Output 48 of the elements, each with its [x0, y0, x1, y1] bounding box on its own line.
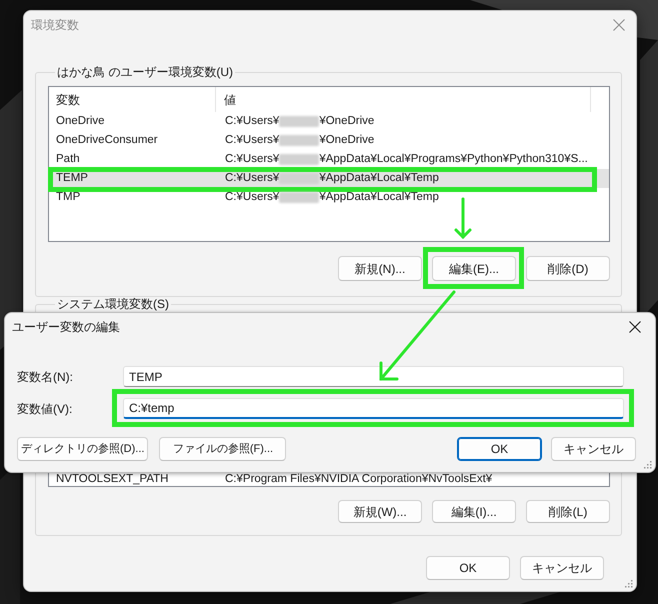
variable-value: C:¥Users¥ [225, 170, 280, 186]
variable-name: TEMP [55, 170, 89, 186]
list-row[interactable]: Path C:¥Users¥ ¥AppData¥Local¥Programs¥Python¥Python310¥S... [49, 150, 609, 169]
variable-value: C:¥Users¥ [225, 190, 280, 205]
dialog-button[interactable]: 編集(I)... [432, 500, 516, 523]
variable-value: ¥AppData¥Local¥Programs¥Python¥Python310¥S... [319, 152, 588, 167]
dialog-title: ユーザー変数の編集 [12, 318, 120, 336]
resize-grip-icon[interactable] [623, 578, 633, 588]
group-label: システム環境変数(S) [57, 298, 169, 311]
annotation-arrow [454, 198, 472, 240]
resize-grip-icon[interactable] [642, 459, 652, 469]
column-header[interactable]: 値 [216, 87, 591, 112]
dialog-button[interactable]: OK [426, 556, 510, 580]
variable-value: ¥OneDrive [319, 132, 374, 148]
dialog-button[interactable]: キャンセル [551, 437, 636, 461]
dialog-button[interactable]: キャンセル [520, 556, 604, 580]
field-label: 変数値(V): [16, 400, 74, 418]
variable-name: TMP [55, 190, 82, 205]
variable-value: ¥AppData¥Local¥Temp [319, 190, 439, 205]
dialog-button[interactable]: 編集(E)... [432, 256, 516, 281]
variable-list[interactable]: 変数 値 OneDrive C:¥Users¥ ¥OneDrive OneDriveConsumer C:¥Users¥ ¥OneDrive Path C:¥Users¥ ¥AppData¥Local¥Programs¥Python¥Python310¥S... TEMP C:¥Users¥ ¥AppData¥Local¥Temp TMP C:¥Users¥ ¥AppData¥Local¥Temp [48, 86, 610, 242]
variable-name: Path [55, 152, 81, 167]
dialog-button[interactable]: 削除(L) [526, 500, 610, 523]
list-row[interactable]: OneDrive C:¥Users¥ ¥OneDrive [49, 112, 609, 131]
variable-name: OneDrive [55, 114, 106, 129]
dialog-button[interactable]: ディレクトリの参照(D)... [17, 437, 148, 461]
dialog-button[interactable]: 新規(N)... [338, 256, 422, 281]
variable-value: C:¥Users¥ [225, 132, 280, 148]
dialog-button[interactable]: ファイルの参照(F)... [159, 437, 286, 461]
variable-name: NVTOOLSEXT_PATH [55, 473, 170, 486]
dialog-button[interactable]: 削除(D) [526, 256, 610, 281]
field-label: 変数名(N): [16, 368, 74, 386]
variable-value: C:¥Program Files¥NVIDIA Corporation¥NvToolsExt¥ [224, 473, 492, 486]
window-title: 環境変数 [31, 16, 79, 34]
input-field[interactable]: TEMP [123, 366, 624, 387]
input-field[interactable]: C:¥temp [123, 398, 624, 419]
variable-name: OneDriveConsumer [55, 132, 159, 148]
list-row[interactable]: TMP C:¥Users¥ ¥AppData¥Local¥Temp [49, 188, 609, 207]
close-icon[interactable] [629, 320, 641, 332]
dialog-button[interactable]: OK [457, 437, 542, 461]
variable-value: ¥OneDrive [319, 114, 374, 129]
variable-value: C:¥Users¥ [225, 152, 280, 167]
group-label: はかな鳥 のユーザー環境変数(U) [57, 65, 233, 79]
variable-value: ¥AppData¥Local¥Temp [319, 170, 439, 186]
dialog-button[interactable]: 新規(W)... [338, 500, 422, 523]
variable-value: C:¥Users¥ [225, 114, 280, 129]
list-row[interactable]: OneDriveConsumer C:¥Users¥ ¥OneDrive [49, 131, 609, 150]
column-header[interactable]: 変数 [49, 87, 216, 112]
